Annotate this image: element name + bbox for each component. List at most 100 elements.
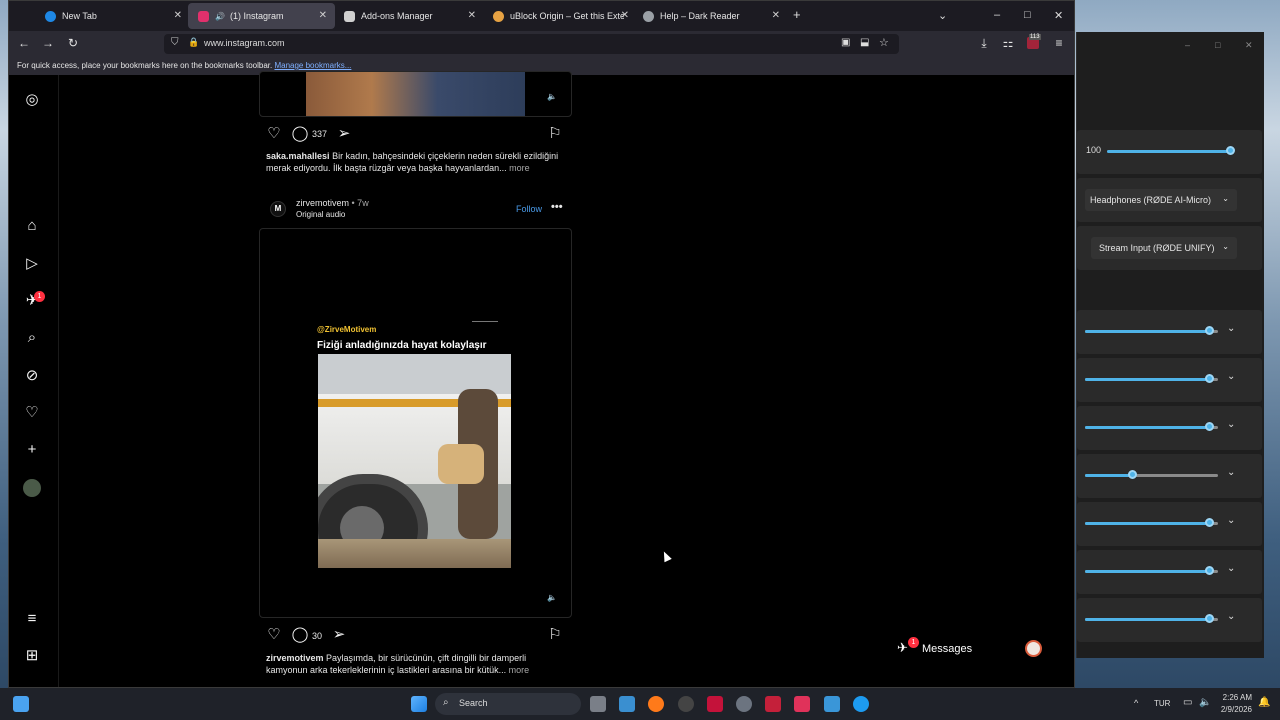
save-bookmark-icon[interactable]: ⚐ [546, 125, 564, 143]
post1-video[interactable]: 🔈 [259, 71, 572, 117]
task-view-icon[interactable] [590, 696, 606, 712]
picture-in-picture-icon[interactable]: ▣ [841, 37, 850, 48]
follow-button[interactable]: Follow [516, 203, 542, 215]
close-tab-icon[interactable]: ✕ [319, 10, 327, 21]
comment-icon[interactable]: ◯ [291, 626, 309, 644]
widgets-icon[interactable] [13, 696, 29, 712]
save-page-icon[interactable]: ⬓ [860, 37, 869, 48]
app-red-icon[interactable] [765, 696, 781, 712]
like-icon[interactable]: ♡ [265, 626, 283, 644]
save-bookmark-icon[interactable]: ⚐ [546, 626, 564, 644]
home-icon[interactable]: ⌂ [23, 217, 41, 235]
search-icon[interactable]: ⌕ [23, 329, 41, 347]
like-icon[interactable]: ♡ [265, 125, 283, 143]
tab-new-tab[interactable]: New Tab ✕ [35, 3, 190, 29]
close-tab-icon[interactable]: ✕ [174, 10, 182, 21]
close-icon[interactable]: ✕ [1054, 9, 1063, 22]
comment-icon[interactable]: ◯ [291, 125, 309, 143]
reload-icon[interactable]: ↻ [66, 36, 80, 50]
clock-time[interactable]: 2:26 AM [1216, 693, 1252, 702]
tab-dark-reader[interactable]: Help – Dark Reader ✕ [633, 3, 788, 29]
post2-caption-username[interactable]: zirvemotivem [266, 653, 324, 663]
speaker-icon[interactable]: 🔈 [547, 593, 557, 602]
chevron-down-icon[interactable]: ⌄ [1227, 563, 1235, 574]
close-tab-icon[interactable]: ✕ [772, 10, 780, 21]
new-tab-icon[interactable]: + [793, 7, 801, 22]
post2-video[interactable]: @ZirveMotivem Fiziği anladığınızda hayat… [259, 228, 572, 618]
post2-more-link[interactable]: more [509, 665, 530, 675]
post1-username[interactable]: saka.mahallesi [266, 151, 330, 161]
chevron-down-icon[interactable]: ⌄ [1227, 419, 1235, 430]
extensions-icon[interactable]: ⚏ [1001, 36, 1015, 50]
close-tab-icon[interactable]: ✕ [621, 10, 629, 21]
output-device-select[interactable]: Headphones (RØDE AI-Micro) ⌄ [1085, 189, 1237, 211]
share-icon[interactable]: ➢ [330, 626, 348, 644]
tab-ublock[interactable]: uBlock Origin – Get this Extensi ✕ [483, 3, 637, 29]
back-icon[interactable]: ← [17, 36, 31, 50]
channel-volume-knob[interactable] [1205, 614, 1214, 623]
start-icon[interactable] [411, 696, 427, 712]
tab-addons[interactable]: Add-ons Manager ✕ [334, 3, 484, 29]
post2-username[interactable]: zirvemotivem [296, 198, 349, 208]
instagram-logo-icon[interactable]: ◎ [23, 91, 41, 109]
tray-chevron-icon[interactable]: ^ [1134, 698, 1138, 708]
forward-icon[interactable]: → [41, 36, 55, 50]
network-icon[interactable]: ▭ [1183, 697, 1192, 708]
manage-bookmarks-link[interactable]: Manage bookmarks... [274, 61, 351, 70]
menu-icon[interactable]: ≡ [1052, 36, 1066, 50]
channel-volume-knob[interactable] [1205, 422, 1214, 431]
chevron-down-icon[interactable]: ⌄ [1227, 515, 1235, 526]
mixer-maximize-icon[interactable]: □ [1215, 40, 1220, 50]
taskbar-search[interactable]: ⌕ Search [435, 693, 581, 715]
heart-notifications-icon[interactable]: ♡ [23, 404, 41, 422]
channel-volume-knob[interactable] [1205, 326, 1214, 335]
shield-icon[interactable]: ⛉ [171, 37, 179, 48]
notification-bell-icon[interactable]: 🔔 [1258, 697, 1270, 708]
bookmark-star-icon[interactable]: ☆ [879, 36, 889, 49]
messages-bar[interactable]: ✈ 1 Messages [889, 637, 1059, 661]
app-chart-icon[interactable] [824, 696, 840, 712]
chevron-down-icon[interactable]: ⌄ [1227, 323, 1235, 334]
language-indicator[interactable]: TUR [1154, 699, 1170, 708]
channel-volume-knob[interactable] [1128, 470, 1137, 479]
minimize-icon[interactable]: – [994, 9, 1000, 21]
post2-avatar[interactable]: M [270, 201, 286, 217]
chevron-down-icon[interactable]: ⌄ [1227, 611, 1235, 622]
firefox-taskbar-icon[interactable] [648, 696, 664, 712]
speaker-icon[interactable]: 🔈 [547, 92, 557, 101]
input-device-select[interactable]: Stream Input (RØDE UNIFY) ⌄ [1091, 237, 1237, 259]
more-menu-icon[interactable]: ≡ [23, 610, 41, 628]
url-bar[interactable]: ⛉ 🔒 www.instagram.com ▣ ⬓ ☆ [164, 34, 899, 54]
url-text[interactable]: www.instagram.com [204, 38, 285, 48]
photos-icon[interactable] [619, 696, 635, 712]
chevron-down-icon[interactable]: ⌄ [1227, 467, 1235, 478]
mixer-close-icon[interactable]: ✕ [1245, 40, 1253, 51]
mixer-minimize-icon[interactable]: – [1185, 40, 1190, 50]
app-x-icon[interactable] [707, 696, 723, 712]
create-plus-icon[interactable]: + [23, 441, 41, 459]
more-options-icon[interactable]: ••• [551, 201, 563, 213]
master-volume-knob[interactable] [1226, 146, 1235, 155]
message-avatar[interactable] [1025, 640, 1042, 657]
post1-more-link[interactable]: more [509, 163, 530, 173]
profile-avatar[interactable] [23, 479, 41, 497]
downloads-icon[interactable]: ⤓ [977, 36, 991, 50]
channel-volume-knob[interactable] [1205, 518, 1214, 527]
volume-icon[interactable]: 🔈 [1199, 697, 1211, 708]
app-blue-icon[interactable] [853, 696, 869, 712]
lock-icon[interactable]: 🔒 [188, 37, 199, 48]
settings-gear-icon[interactable] [736, 696, 752, 712]
steam-icon[interactable] [678, 696, 694, 712]
reels-icon[interactable]: ▷ [23, 255, 41, 273]
channel-volume-knob[interactable] [1205, 374, 1214, 383]
explore-compass-icon[interactable]: ⊘ [23, 367, 41, 385]
clock-date[interactable]: 2/9/2026 [1216, 705, 1252, 714]
maximize-icon[interactable]: □ [1024, 9, 1031, 21]
tab-instagram[interactable]: 🔊 (1) Instagram ✕ [188, 3, 335, 29]
app-pocket-icon[interactable] [794, 696, 810, 712]
threads-grid-icon[interactable]: ⊞ [23, 647, 41, 665]
post2-audio[interactable]: Original audio [296, 209, 345, 221]
chevron-down-icon[interactable]: ⌄ [1227, 371, 1235, 382]
list-tabs-icon[interactable]: ⌄ [938, 9, 947, 22]
close-tab-icon[interactable]: ✕ [468, 10, 476, 21]
